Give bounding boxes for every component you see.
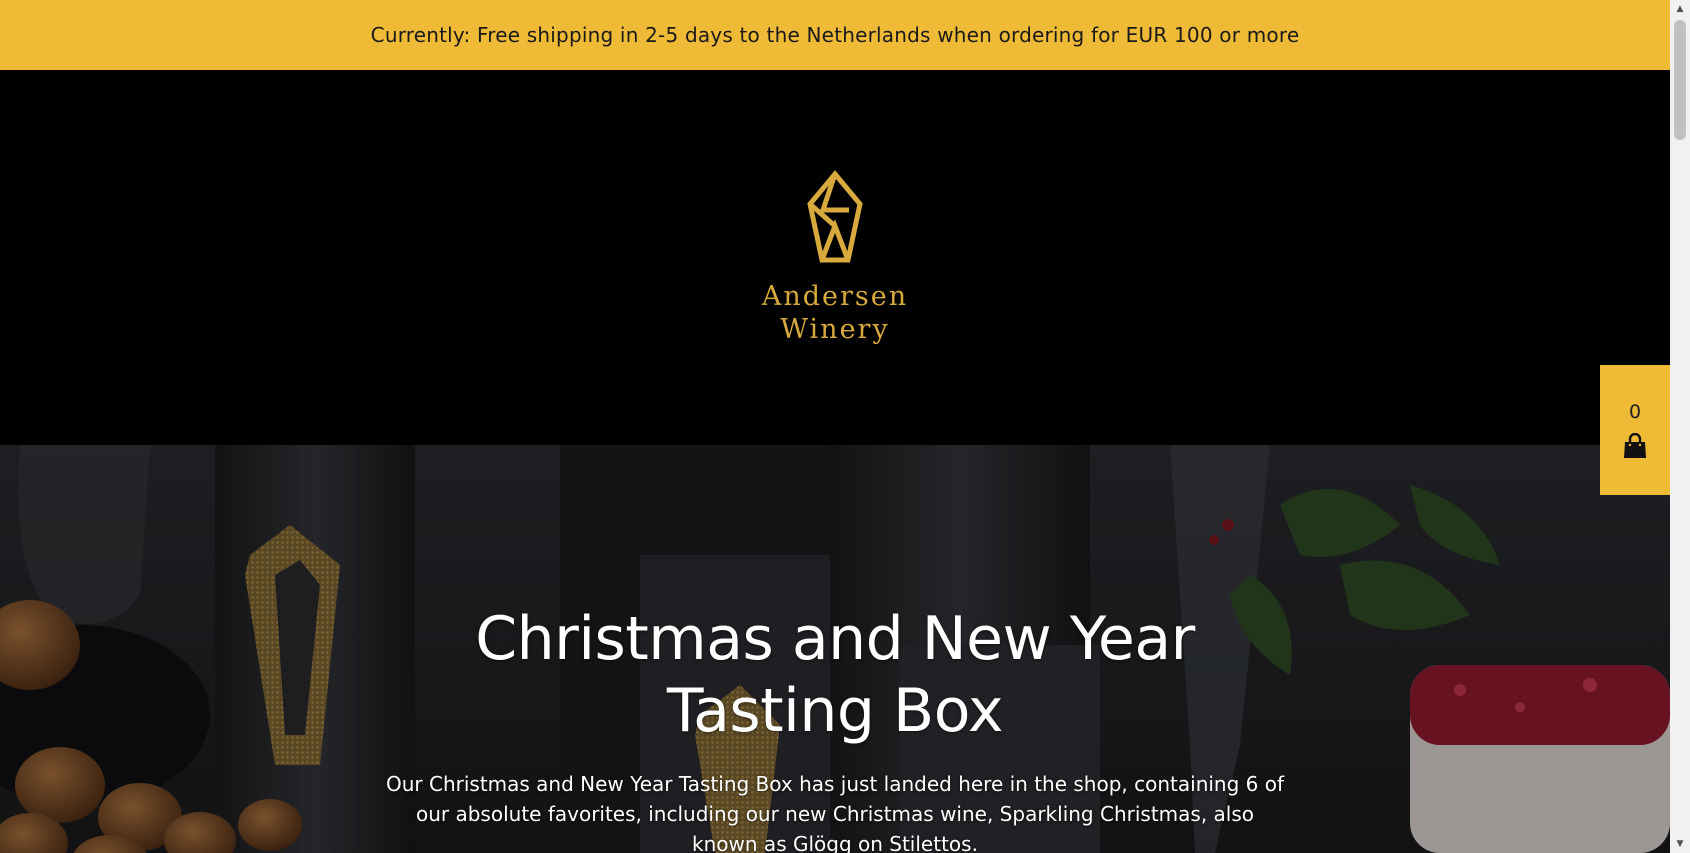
vertical-scrollbar[interactable]: ▲ ▼ [1670,0,1690,853]
brand-name-line1: Andersen [761,280,909,312]
site-header: Andersen Winery [0,70,1670,445]
hero-content: Christmas and New Year Tasting Box Our C… [0,603,1670,853]
page: Currently: Free shipping in 2-5 days to … [0,0,1670,853]
brand-name: Andersen Winery [762,280,908,346]
hero-description: Our Christmas and New Year Tasting Box h… [385,772,1285,853]
announcement-bar: Currently: Free shipping in 2-5 days to … [0,0,1670,70]
brand-logo-link[interactable]: Andersen Winery [762,169,908,346]
scroll-up-arrow-icon[interactable]: ▲ [1670,0,1690,18]
scroll-down-arrow-icon[interactable]: ▼ [1670,835,1690,853]
cart-button[interactable]: 0 [1600,365,1670,495]
hero-title: Christmas and New Year Tasting Box [475,604,1195,746]
shopping-bag-icon [1624,433,1646,458]
scrollbar-thumb[interactable] [1674,20,1686,140]
diamond-aw-monogram-icon [807,169,863,262]
cart-count: 0 [1628,401,1642,423]
hero-banner: Christmas and New Year Tasting Box Our C… [0,445,1670,853]
brand-name-line2: Winery [780,313,890,345]
announcement-text: Currently: Free shipping in 2-5 days to … [370,23,1300,47]
